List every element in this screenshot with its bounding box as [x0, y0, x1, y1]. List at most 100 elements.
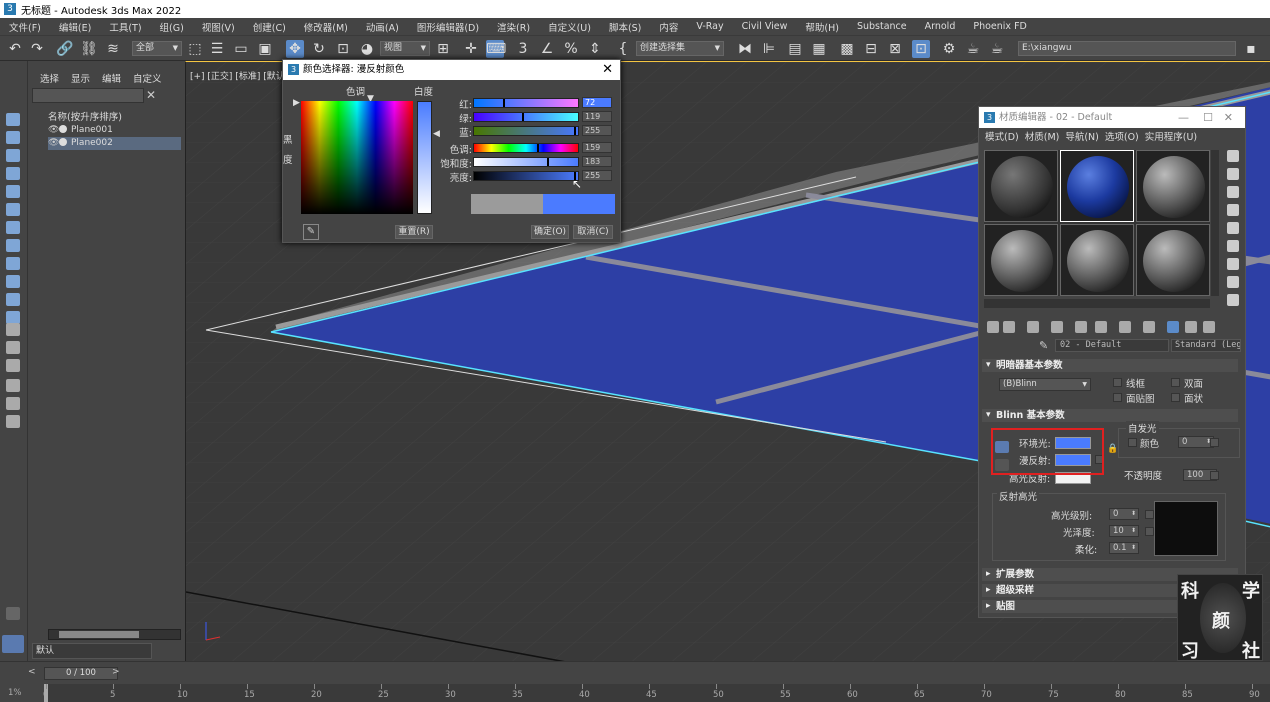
explorer-row[interactable]: 👁 Plane002 [48, 137, 181, 150]
blackness-pointer-icon[interactable]: ▶ [293, 98, 300, 108]
menu-navigation[interactable]: 导航(N) [1065, 129, 1099, 145]
lights-icon[interactable] [6, 239, 20, 252]
shader-basic-params-rollout[interactable]: 明暗器基本参数 [982, 359, 1238, 372]
redo-icon[interactable]: ↷ [28, 40, 46, 58]
menu-modes[interactable]: 模式(D) [985, 129, 1019, 145]
rendered-frame-icon[interactable]: ⚙ [940, 40, 958, 58]
expand-icon[interactable] [6, 607, 20, 620]
time-slider[interactable]: 0 / 100 [44, 667, 118, 680]
make-unique-icon[interactable] [1075, 321, 1087, 333]
blue-slider-marker[interactable] [574, 127, 576, 135]
minimize-icon[interactable]: — [1178, 107, 1189, 128]
folder-icon[interactable] [6, 415, 20, 428]
motion-icon[interactable] [6, 167, 20, 180]
timeline-ruler[interactable]: 0 5 10 15 20 25 30 35 40 45 50 55 60 65 70 75 80 85 90 [43, 684, 1270, 702]
value-slider[interactable] [473, 171, 579, 181]
menu-civil-view[interactable]: Civil View [733, 21, 797, 32]
spec-level-map-button[interactable] [1145, 510, 1154, 519]
filter-icon[interactable] [6, 379, 20, 392]
menu-animation[interactable]: 动画(A) [357, 20, 408, 34]
tab-display[interactable]: 显示 [71, 71, 90, 85]
eyedropper-icon[interactable]: ✎ [303, 224, 319, 240]
soften-spinner[interactable]: 0.1 ⬍ [1109, 542, 1139, 554]
helpers-icon[interactable] [6, 275, 20, 288]
green-slider[interactable] [473, 112, 579, 122]
slots-h-scrollbar[interactable] [984, 299, 1210, 308]
material-name-field[interactable]: 02 - Default [1055, 339, 1169, 352]
menu-substance[interactable]: Substance [848, 21, 916, 32]
material-id-icon[interactable] [1119, 321, 1131, 333]
rect-select-region-icon[interactable]: ▭ [232, 40, 250, 58]
opacity-map-button[interactable] [1210, 471, 1219, 480]
green-spinner[interactable]: 119 [582, 111, 612, 122]
explorer-row[interactable]: 👁 Plane001 [48, 124, 181, 137]
menu-view[interactable]: 视图(V) [193, 20, 244, 34]
self-illum-spinner[interactable]: 0 ⬍ [1178, 436, 1214, 448]
cancel-button[interactable]: 取消(C) [573, 225, 613, 239]
menu-content[interactable]: 内容 [650, 20, 687, 34]
material-type-button[interactable]: Standard (Legacy) [1171, 339, 1241, 352]
hue-slider-marker[interactable] [537, 144, 539, 152]
doc-icon[interactable] [6, 359, 20, 372]
material-slot-6[interactable] [1136, 224, 1210, 296]
maximize-icon[interactable]: ☐ [1203, 107, 1213, 128]
display-icon[interactable] [6, 185, 20, 198]
blinn-basic-params-rollout[interactable]: Blinn 基本参数 [982, 409, 1238, 422]
cameras-icon[interactable] [6, 257, 20, 270]
reset-button[interactable]: 重置(R) [395, 225, 433, 239]
glossiness-map-button[interactable] [1145, 527, 1154, 536]
menu-tools[interactable]: 工具(T) [100, 20, 150, 34]
material-slot-5[interactable] [1060, 224, 1134, 296]
unlink-icon[interactable]: ⛓ [80, 40, 98, 58]
pivot-center-icon[interactable]: ⊞ [434, 40, 452, 58]
menu-file[interactable]: 文件(F) [0, 20, 50, 34]
named-selection-dropdown[interactable]: 创建选择集 ▼ [636, 41, 724, 56]
viewport-layout-icon[interactable] [2, 635, 24, 653]
make-preview-icon[interactable] [1227, 240, 1239, 252]
face-map-checkbox[interactable] [1113, 393, 1122, 402]
saturation-spinner[interactable]: 183 [582, 156, 612, 167]
green-slider-marker[interactable] [522, 113, 524, 121]
self-illum-map-button[interactable] [1210, 438, 1219, 447]
material-slot-2[interactable] [1060, 150, 1134, 222]
bind-spacewarp-icon[interactable]: ≋ [104, 40, 122, 58]
funnel-icon[interactable] [6, 397, 20, 410]
material-slot-4[interactable] [984, 224, 1058, 296]
menu-graph-editors[interactable]: 图形编辑器(D) [408, 20, 488, 34]
eye-icon[interactable]: 👁 [48, 124, 59, 137]
red-slider-marker[interactable] [503, 99, 505, 107]
utilities-icon[interactable] [6, 203, 20, 216]
tab-customize[interactable]: 自定义 [133, 71, 162, 85]
create-icon[interactable] [6, 113, 20, 126]
align-icon[interactable]: ⊫ [760, 40, 778, 58]
manipulate-icon[interactable]: ✛ [462, 40, 480, 58]
modify-icon[interactable] [6, 131, 20, 144]
mirror-icon[interactable]: ⧓ [736, 40, 754, 58]
undo-icon[interactable]: ↶ [6, 40, 24, 58]
menu-options[interactable]: 选项(O) [1105, 129, 1139, 145]
select-scale-icon[interactable]: ⊡ [334, 40, 352, 58]
hierarchy-icon[interactable] [6, 149, 20, 162]
menu-edit[interactable]: 编辑(E) [50, 20, 100, 34]
select-by-name-icon[interactable]: ☰ [208, 40, 226, 58]
layer-explorer-icon[interactable]: ▦ [810, 40, 828, 58]
show-end-result-icon[interactable] [1167, 321, 1179, 333]
go-sibling-icon[interactable] [1203, 321, 1215, 333]
self-illum-color-checkbox[interactable] [1128, 438, 1137, 447]
spinner-arrows-icon[interactable]: ⬍ [1131, 543, 1136, 553]
snaps-toggle-icon[interactable]: 3 [514, 40, 532, 58]
schematic-view-icon[interactable]: ⊟ [862, 40, 880, 58]
assign-material-icon[interactable] [1027, 321, 1039, 333]
page-icon[interactable] [6, 341, 20, 354]
render-setup-icon[interactable]: ⊡ [912, 40, 930, 58]
value-spinner[interactable]: 255 [582, 170, 612, 181]
menu-arnold[interactable]: Arnold [916, 21, 965, 32]
spinner-snap-icon[interactable]: ⇕ [586, 40, 604, 58]
close-icon[interactable]: ✕ [146, 88, 156, 102]
shader-dropdown[interactable]: (B)Blinn ▼ [999, 378, 1091, 391]
sample-type-icon[interactable] [1227, 150, 1239, 162]
ok-button[interactable]: 确定(O) [531, 225, 569, 239]
link-icon[interactable]: 🔗 [56, 40, 74, 58]
render-iterative-icon[interactable]: ☕ [988, 40, 1006, 58]
project-folder-icon[interactable]: ▪ [1242, 40, 1260, 58]
